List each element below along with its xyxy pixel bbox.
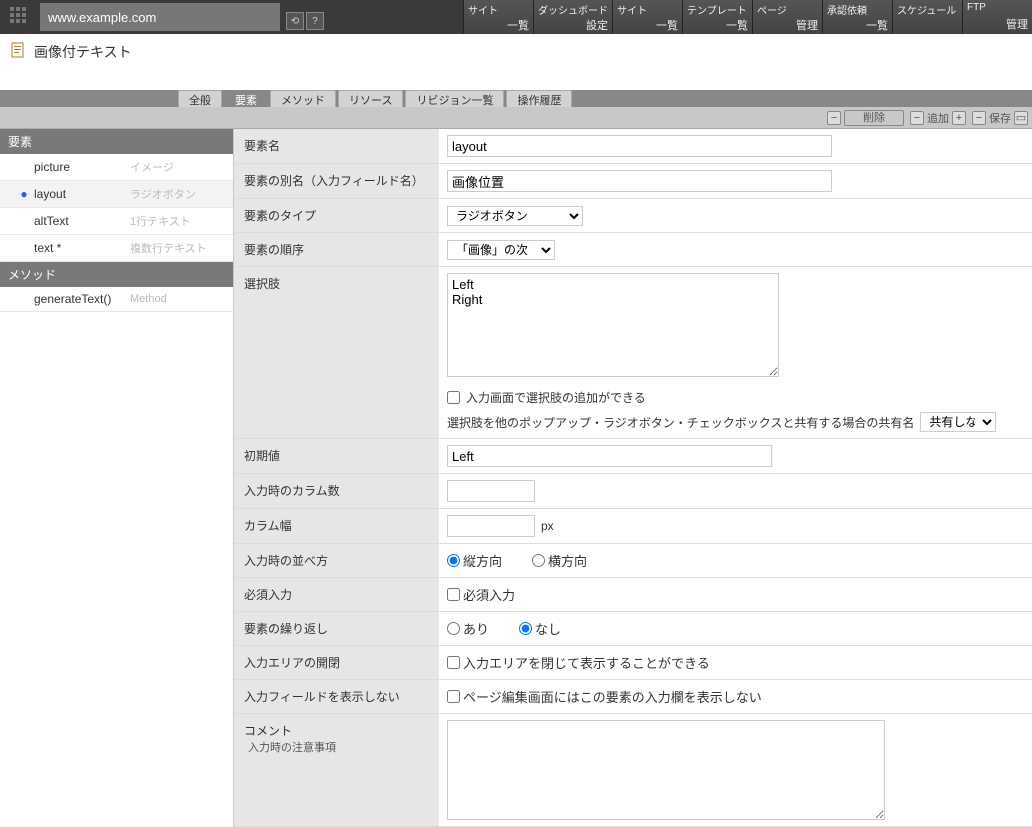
form-pane: 要素名 要素の別名（入力フィールド名） 要素のタイプ ラジオボタン 要素の順序 … bbox=[233, 129, 1032, 827]
row-hidefield: 入力フィールドを表示しない ページ編集画面にはこの要素の入力欄を表示しない bbox=[234, 680, 1032, 714]
sidebar-method-item[interactable]: generateText()Method bbox=[0, 287, 233, 312]
hidefield-checkbox[interactable] bbox=[447, 690, 460, 703]
row-element-type: 要素のタイプ ラジオボタン bbox=[234, 199, 1032, 233]
titlebar: 画像付テキスト bbox=[0, 34, 1032, 90]
element-alias-input[interactable] bbox=[447, 170, 832, 192]
topbar: www.example.com ⟲ ? サイト一覧ダッシュボード設定サイト一覧テ… bbox=[0, 0, 1032, 34]
nav-item-3[interactable]: テンプレート一覧 bbox=[682, 0, 752, 34]
nav-item-2[interactable]: サイト一覧 bbox=[612, 0, 682, 34]
row-layoutdir: 入力時の並べ方 縦方向 横方向 bbox=[234, 544, 1032, 578]
sidebar-element-picture[interactable]: pictureイメージ bbox=[0, 154, 233, 181]
share-name-select[interactable]: 共有しない bbox=[920, 412, 996, 432]
save-icon: ▭ bbox=[1014, 111, 1028, 125]
help-icon[interactable]: ? bbox=[306, 12, 324, 30]
row-columns: 入力時のカラム数 bbox=[234, 474, 1032, 509]
row-comment: コメント 入力時の注意事項 bbox=[234, 714, 1032, 827]
row-collapse: 入力エリアの開閉 入力エリアを閉じて表示することができる bbox=[234, 646, 1032, 680]
nav-item-6[interactable]: スケジュール bbox=[892, 0, 962, 34]
repeat-no-radio[interactable] bbox=[519, 622, 532, 635]
tab-1[interactable]: 要素 bbox=[224, 90, 268, 107]
tab-4[interactable]: リビジョン一覧 bbox=[405, 90, 504, 107]
options-addable-checkbox[interactable] bbox=[447, 391, 460, 404]
options-textarea[interactable]: Left Right bbox=[447, 273, 779, 377]
row-element-alias: 要素の別名（入力フィールド名） bbox=[234, 164, 1032, 199]
sidebar-element-layout[interactable]: ●layoutラジオボタン bbox=[0, 181, 233, 208]
plus-icon: + bbox=[952, 111, 966, 125]
nav-item-7[interactable]: FTP管理 bbox=[962, 0, 1032, 34]
colwidth-input[interactable] bbox=[447, 515, 535, 537]
default-input[interactable] bbox=[447, 445, 772, 467]
row-default: 初期値 bbox=[234, 439, 1032, 474]
sidebar-group-methods: メソッド bbox=[0, 262, 233, 287]
bullet-icon: ● bbox=[18, 187, 30, 201]
collapse-checkbox[interactable] bbox=[447, 656, 460, 669]
sidebar: 要素 pictureイメージ●layoutラジオボタンaltText1行テキスト… bbox=[0, 129, 233, 827]
minus-icon: − bbox=[972, 111, 986, 125]
sidebar-element-altText[interactable]: altText1行テキスト bbox=[0, 208, 233, 235]
row-repeat: 要素の繰り返し あり なし bbox=[234, 612, 1032, 646]
row-options: 選択肢 Left Right 入力画面で選択肢の追加ができる 選択肢を他のポップ… bbox=[234, 267, 1032, 439]
page-title: 画像付テキスト bbox=[34, 42, 132, 62]
back-icon[interactable]: ⟲ bbox=[286, 12, 304, 30]
row-required: 必須入力 必須入力 bbox=[234, 578, 1032, 612]
tab-3[interactable]: リソース bbox=[338, 90, 403, 107]
top-nav: サイト一覧ダッシュボード設定サイト一覧テンプレート一覧ページ管理承認依頼一覧スケ… bbox=[463, 0, 1032, 34]
sidebar-element-text[interactable]: text *複数行テキスト bbox=[0, 235, 233, 262]
url-box[interactable]: www.example.com bbox=[40, 3, 280, 31]
row-element-order: 要素の順序 「画像」の次 bbox=[234, 233, 1032, 267]
grid-icon bbox=[8, 5, 32, 29]
row-colwidth: カラム幅 px bbox=[234, 509, 1032, 544]
delete-button[interactable]: − 削除 bbox=[827, 110, 904, 126]
repeat-yes-radio[interactable] bbox=[447, 622, 460, 635]
columns-input[interactable] bbox=[447, 480, 535, 502]
element-type-select[interactable]: ラジオボタン bbox=[447, 206, 583, 226]
nav-item-4[interactable]: ページ管理 bbox=[752, 0, 822, 34]
app-logo bbox=[0, 0, 40, 34]
element-order-select[interactable]: 「画像」の次 bbox=[447, 240, 555, 260]
action-toolbar: − 削除 − 追加 + − 保存 ▭ bbox=[0, 107, 1032, 129]
tab-5[interactable]: 操作履歴 bbox=[506, 90, 572, 107]
comment-textarea[interactable] bbox=[447, 720, 885, 820]
tab-2[interactable]: メソッド bbox=[270, 90, 336, 107]
nav-item-5[interactable]: 承認依頼一覧 bbox=[822, 0, 892, 34]
layoutdir-horizontal-radio[interactable] bbox=[532, 554, 545, 567]
minus-icon: − bbox=[910, 111, 924, 125]
minus-icon: − bbox=[827, 111, 841, 125]
doc-icon bbox=[10, 42, 26, 58]
add-button[interactable]: − 追加 + bbox=[910, 110, 966, 126]
nav-item-1[interactable]: ダッシュボード設定 bbox=[533, 0, 612, 34]
save-button[interactable]: − 保存 ▭ bbox=[972, 110, 1028, 126]
row-element-name: 要素名 bbox=[234, 129, 1032, 164]
layoutdir-vertical-radio[interactable] bbox=[447, 554, 460, 567]
tabrow: 全般要素メソッドリソースリビジョン一覧操作履歴 bbox=[0, 90, 1032, 107]
element-name-input[interactable] bbox=[447, 135, 832, 157]
required-checkbox[interactable] bbox=[447, 588, 460, 601]
tab-0[interactable]: 全般 bbox=[178, 90, 222, 107]
sidebar-group-elements: 要素 bbox=[0, 129, 233, 154]
nav-item-0[interactable]: サイト一覧 bbox=[463, 0, 533, 34]
